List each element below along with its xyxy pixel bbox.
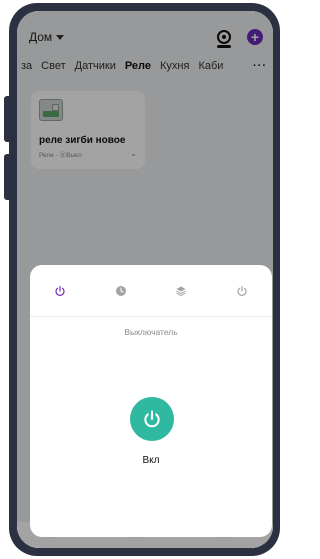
sheet-tabs: [30, 265, 272, 317]
power-icon[interactable]: [46, 277, 74, 305]
power-icon: [144, 410, 160, 428]
volume-up-button: [4, 96, 12, 142]
power-button[interactable]: [130, 397, 174, 441]
volume-down-button: [4, 154, 12, 200]
phone-screen: Дом + за Свет Датчики Реле Кухня Каби ··…: [17, 11, 273, 548]
timer-icon[interactable]: [107, 277, 135, 305]
sheet-title: Выключатель: [124, 327, 178, 337]
layers-icon[interactable]: [167, 277, 195, 305]
power-state-label: Вкл: [142, 455, 160, 466]
power-icon[interactable]: [228, 277, 256, 305]
control-sheet: Выключатель Вкл: [30, 265, 272, 537]
